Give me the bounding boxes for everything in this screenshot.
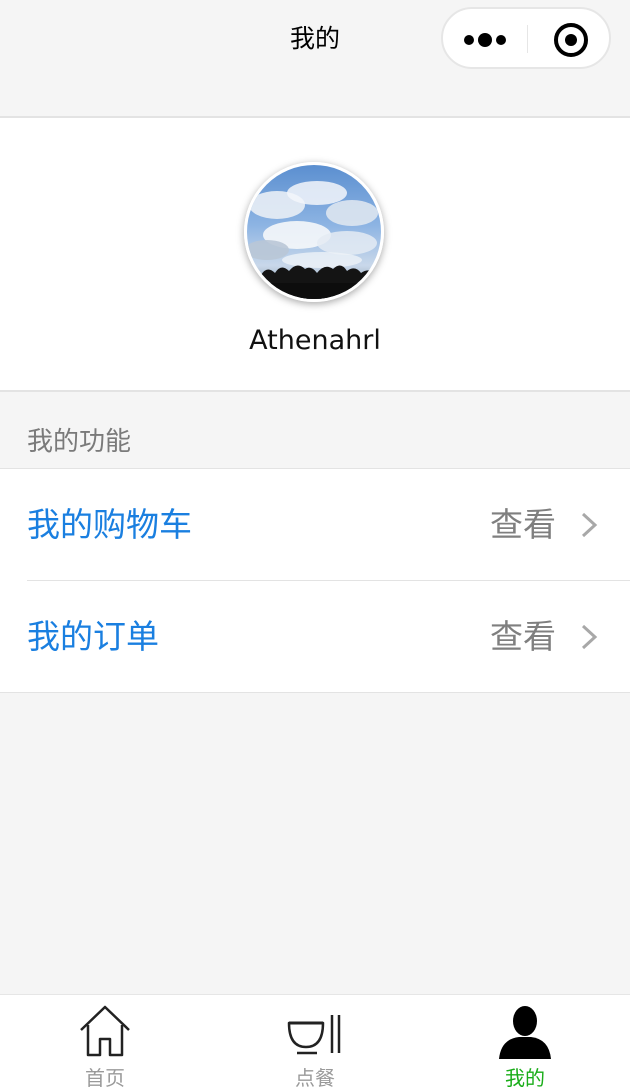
tab-label: 首页 — [85, 1066, 125, 1090]
avatar[interactable] — [244, 162, 384, 302]
navigation-bar: 我的 — [0, 0, 630, 118]
tab-label: 我的 — [505, 1066, 545, 1090]
tab-label: 点餐 — [295, 1066, 335, 1090]
menu-item-orders[interactable]: 我的订单 查看 — [0, 581, 630, 692]
username: Athenahrl — [249, 325, 381, 356]
section-title: 我的功能 — [27, 427, 132, 457]
bowl-utensils-icon — [287, 1015, 341, 1055]
sky-photo-image — [247, 165, 381, 299]
tab-bar: 首页 点餐 我的 — [0, 994, 630, 1091]
view-action-text: 查看 — [490, 505, 556, 544]
menu-item-label: 我的订单 — [27, 617, 159, 656]
profile-card: Athenahrl — [0, 118, 630, 392]
view-action-text: 查看 — [490, 617, 556, 656]
more-dots-icon — [464, 33, 506, 47]
more-button[interactable] — [443, 9, 527, 67]
function-menu: 我的购物车 查看 我的订单 查看 — [0, 468, 630, 693]
tab-home[interactable]: 首页 — [0, 995, 210, 1091]
chevron-right-icon — [581, 624, 598, 650]
close-button[interactable] — [528, 9, 611, 67]
user-icon — [499, 1006, 551, 1059]
menu-item-label: 我的购物车 — [27, 505, 192, 544]
menu-item-cart[interactable]: 我的购物车 查看 — [0, 469, 630, 581]
home-icon — [80, 1005, 130, 1057]
tab-mine[interactable]: 我的 — [420, 995, 630, 1091]
tab-order[interactable]: 点餐 — [210, 995, 420, 1091]
target-close-icon — [554, 23, 588, 57]
mini-program-capsule — [441, 7, 611, 69]
chevron-right-icon — [581, 512, 598, 538]
